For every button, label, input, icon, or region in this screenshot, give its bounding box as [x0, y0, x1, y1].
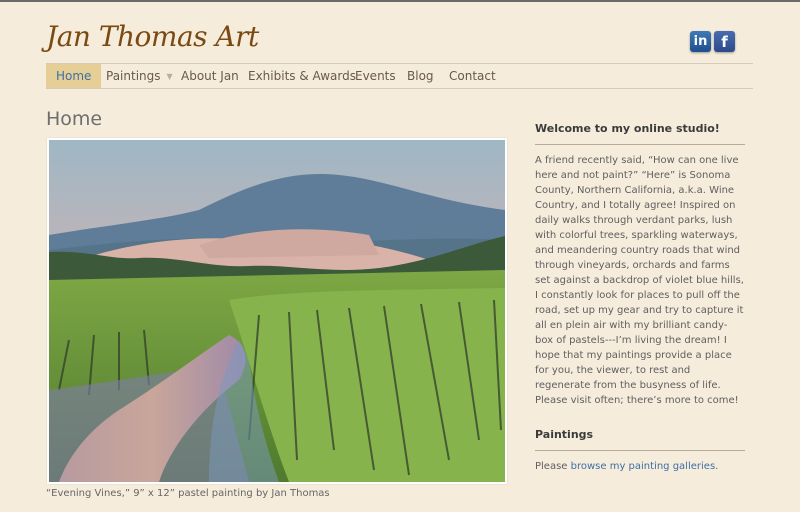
- top-border: [0, 0, 800, 2]
- divider: [535, 450, 745, 451]
- page-title: Home: [46, 108, 103, 130]
- welcome-heading: Welcome to my online studio!: [535, 122, 720, 135]
- main-nav: Home Paintings ▼ About Jan Exhibits & Awa…: [46, 63, 753, 89]
- site-logo[interactable]: Jan Thomas Art: [46, 20, 259, 53]
- nav-item-label: Contact: [449, 69, 496, 83]
- nav-item-label: Home: [56, 69, 92, 83]
- featured-painting: [47, 138, 507, 484]
- facebook-icon[interactable]: f: [714, 31, 735, 52]
- divider: [535, 144, 745, 145]
- paintings-prefix: Please: [535, 461, 571, 472]
- paintings-text: Please browse my painting galleries.: [535, 459, 745, 474]
- nav-item-about-jan[interactable]: About Jan: [181, 64, 239, 88]
- nav-item-label: Paintings: [106, 69, 161, 83]
- painting-caption: “Evening Vines,” 9” x 12” pastel paintin…: [46, 488, 330, 499]
- nav-item-events[interactable]: Events: [355, 64, 396, 88]
- welcome-text: A friend recently said, “How can one liv…: [535, 155, 744, 406]
- chevron-down-icon: ▼: [166, 72, 173, 81]
- nav-item-label: Exhibits & Awards: [248, 69, 356, 83]
- social-links: in f: [690, 31, 735, 52]
- painting-image: [49, 140, 505, 482]
- paintings-suffix: .: [715, 461, 719, 472]
- sidebar: Welcome to my online studio! A friend re…: [535, 122, 745, 474]
- nav-item-contact[interactable]: Contact: [449, 64, 496, 88]
- nav-item-exhibits-awards[interactable]: Exhibits & Awards: [248, 64, 356, 88]
- nav-item-label: Events: [355, 69, 396, 83]
- paintings-heading: Paintings: [535, 428, 594, 441]
- nav-item-paintings[interactable]: Paintings ▼: [106, 64, 173, 88]
- nav-item-blog[interactable]: Blog: [407, 64, 434, 88]
- browse-galleries-link[interactable]: browse my painting galleries: [571, 461, 716, 472]
- nav-item-label: Blog: [407, 69, 434, 83]
- nav-item-home[interactable]: Home: [46, 64, 102, 88]
- linkedin-icon[interactable]: in: [690, 31, 711, 52]
- nav-item-label: About Jan: [181, 69, 239, 83]
